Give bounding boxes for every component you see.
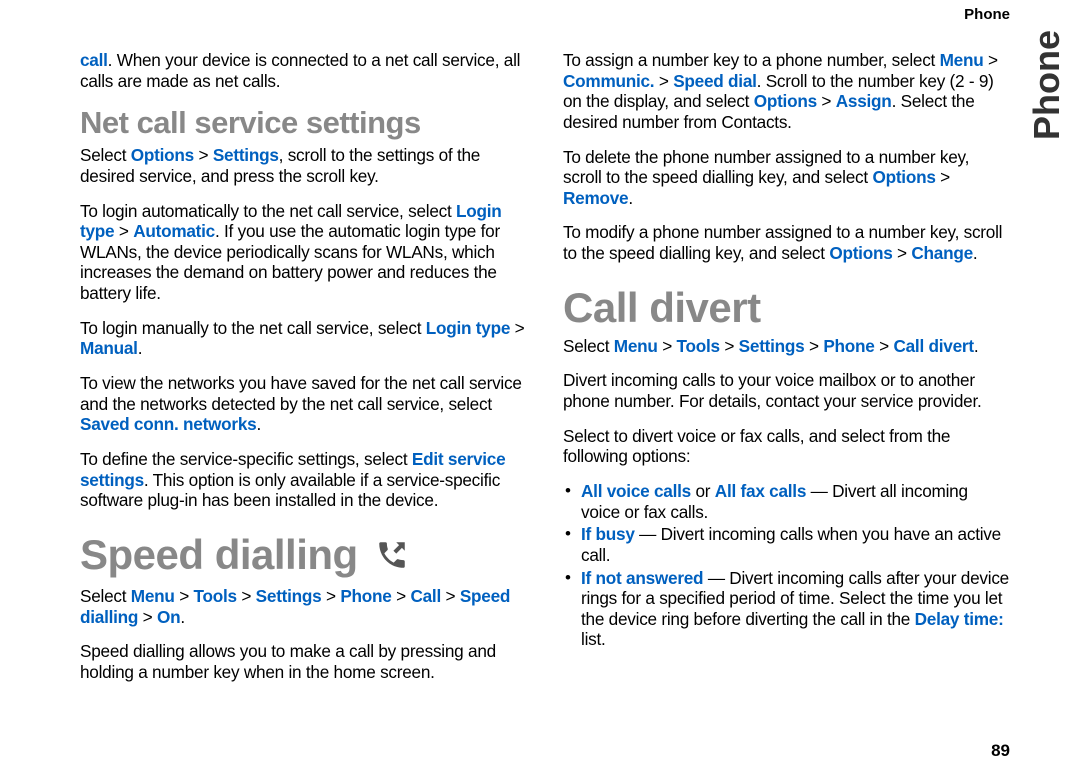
sep: > [658, 336, 677, 356]
body-text: Select [563, 336, 614, 356]
paragraph: To modify a phone number assigned to a n… [563, 222, 1010, 263]
keyword-call: Call [410, 586, 441, 606]
page-number: 89 [991, 741, 1010, 761]
body-text: . [628, 188, 633, 208]
heading-speed-dialling: Speed dialling [80, 531, 527, 582]
keyword-tools: Tools [677, 336, 720, 356]
sep: > [392, 586, 411, 606]
paragraph: Divert incoming calls to your voice mail… [563, 370, 1010, 411]
keyword-communic: Communic. [563, 71, 654, 91]
keyword-menu: Menu [940, 50, 984, 70]
paragraph: To login manually to the net call servic… [80, 318, 527, 359]
keyword-phone: Phone [340, 586, 391, 606]
heading-text: Speed dialling [80, 531, 358, 578]
body-text: . [138, 338, 143, 358]
body-text: To login automatically to the net call s… [80, 201, 456, 221]
paragraph: Speed dialling allows you to make a call… [80, 641, 527, 682]
header-section-label: Phone [964, 6, 1010, 23]
side-tab-label: Phone [1026, 30, 1068, 140]
body-text: . This option is only available if a ser… [80, 470, 500, 511]
sep: > [237, 586, 256, 606]
keyword-menu: Menu [614, 336, 658, 356]
keyword-settings: Settings [213, 145, 279, 165]
keyword-tools: Tools [194, 586, 237, 606]
keyword-call-divert: Call divert [893, 336, 973, 356]
paragraph: Select Options > Settings, scroll to the… [80, 145, 527, 186]
phone-arrow-icon [375, 534, 409, 582]
heading-net-call-service: Net call service settings [80, 105, 527, 141]
body-text: — Divert incoming calls when you have an… [581, 524, 1001, 565]
keyword-login-type: Login type [426, 318, 510, 338]
body-text: . [256, 414, 261, 434]
body-text: Select [80, 145, 131, 165]
list-item: All voice calls or All fax calls — Diver… [563, 481, 1010, 522]
keyword-options: Options [829, 243, 892, 263]
keyword-manual: Manual [80, 338, 138, 358]
body-text: . [973, 243, 978, 263]
sep: > [804, 336, 823, 356]
sep: > [321, 586, 340, 606]
sep: > [114, 221, 133, 241]
paragraph: To assign a number key to a phone number… [563, 50, 1010, 133]
keyword-if-busy: If busy [581, 524, 635, 544]
keyword-menu: Menu [131, 586, 175, 606]
sep: > [720, 336, 739, 356]
keyword-remove: Remove [563, 188, 628, 208]
sep: > [817, 91, 836, 111]
body-text: To assign a number key to a phone number… [563, 50, 940, 70]
body-text: Select [80, 586, 131, 606]
keyword-if-not-answered: If not answered [581, 568, 703, 588]
sep: > [654, 71, 673, 91]
paragraph: Select Menu > Tools > Settings > Phone >… [80, 586, 527, 627]
keyword-call: call [80, 50, 108, 70]
paragraph: To login automatically to the net call s… [80, 201, 527, 304]
paragraph: To define the service-specific settings,… [80, 449, 527, 511]
keyword-all-voice-calls: All voice calls [581, 481, 691, 501]
sep: > [175, 586, 194, 606]
keyword-on: On [157, 607, 180, 627]
keyword-options: Options [131, 145, 194, 165]
sep: > [194, 145, 213, 165]
body-text: list. [581, 629, 606, 649]
paragraph: To view the networks you have saved for … [80, 373, 527, 435]
keyword-change: Change [911, 243, 973, 263]
body-text: . When your device is connected to a net… [80, 50, 520, 91]
keyword-saved-conn-networks: Saved conn. networks [80, 414, 256, 434]
keyword-options: Options [754, 91, 817, 111]
keyword-settings: Settings [256, 586, 322, 606]
intro-continuation: call. When your device is connected to a… [80, 50, 527, 91]
sep: > [510, 318, 524, 338]
manual-page: Phone Phone call. When your device is co… [0, 0, 1080, 779]
keyword-all-fax-calls: All fax calls [715, 481, 806, 501]
body-text: To define the service-specific settings,… [80, 449, 412, 469]
body-text: . [180, 607, 185, 627]
body-text: or [691, 481, 715, 501]
paragraph: To delete the phone number assigned to a… [563, 147, 1010, 209]
content-columns: call. When your device is connected to a… [80, 50, 1010, 760]
keyword-delay-time: Delay time: [915, 609, 1004, 629]
sep: > [983, 50, 997, 70]
sep: > [875, 336, 894, 356]
list-item: If busy — Divert incoming calls when you… [563, 524, 1010, 565]
options-list: All voice calls or All fax calls — Diver… [563, 481, 1010, 650]
keyword-automatic: Automatic [133, 221, 215, 241]
paragraph: Select to divert voice or fax calls, and… [563, 426, 1010, 467]
list-item: If not answered — Divert incoming calls … [563, 568, 1010, 651]
body-text: To login manually to the net call servic… [80, 318, 426, 338]
keyword-settings: Settings [739, 336, 805, 356]
keyword-speed-dial: Speed dial [673, 71, 756, 91]
sep: > [893, 243, 912, 263]
sep: > [138, 607, 157, 627]
keyword-options: Options [872, 167, 935, 187]
sep: > [441, 586, 460, 606]
sep: > [936, 167, 950, 187]
paragraph: Select Menu > Tools > Settings > Phone >… [563, 336, 1010, 357]
keyword-phone: Phone [823, 336, 874, 356]
heading-call-divert: Call divert [563, 284, 1010, 332]
body-text: To view the networks you have saved for … [80, 373, 522, 414]
keyword-assign: Assign [836, 91, 892, 111]
body-text: . [974, 336, 979, 356]
